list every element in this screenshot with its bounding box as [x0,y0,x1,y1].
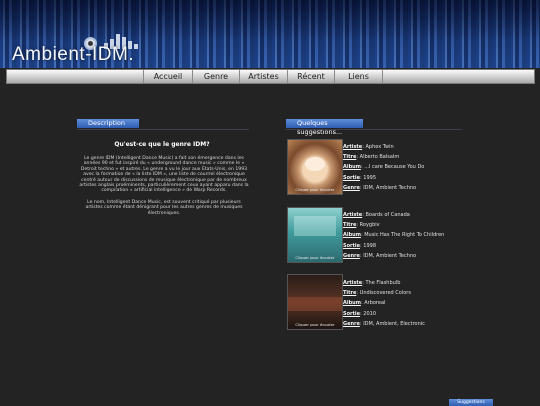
suggestions-divider [286,129,462,130]
description-divider [77,129,249,130]
suggestions-header: Quelques suggestions... [286,119,363,136]
suggestion-info: Artiste: Aphex Twin Titre: Alberto Balsa… [343,144,425,191]
site-header: Ambient-IDM. [0,0,540,68]
year-value: 1995 [363,174,377,181]
site-logo[interactable]: Ambient-IDM. [12,44,134,66]
question-title: Qu'est-ce que le genre IDM? [114,141,210,148]
suggestion-info: Artiste: Boards of Canada Titre: Roygbiv… [343,212,445,259]
title-value: Roygbiv [359,222,380,229]
album-cover-aphex-twin[interactable]: Cliquer pour écouter [287,139,343,195]
year-value: 2010 [363,310,377,317]
face-shape [305,157,325,171]
artist-value: The Flashbulb [365,280,401,286]
genre-value: IDM, Ambient Techno [363,184,417,191]
title-value: Alberto Balsalm [359,154,400,161]
suggestion-info: Artiste: The Flashbulb Titre: Undiscover… [343,280,425,327]
nav-artistes[interactable]: Artistes [239,70,287,83]
cover-caption: Cliquer pour écouter [295,322,335,327]
genre-value: IDM, Ambient Techno [363,252,417,259]
main-nav: Accueil Genre Artistes Récent Liens [6,69,535,84]
artist-value: Boards of Canada [365,212,410,218]
artist-value: Aphex Twin [365,144,394,150]
nav-liens[interactable]: Liens [334,70,383,83]
description-paragraph: Le nom, Intelligent Dance Music, est sou… [85,200,243,216]
description-header: Description [77,119,139,128]
year-value: 1998 [363,242,377,249]
cover-caption: Cliquer pour écouter [295,255,335,260]
album-cover-the-flashbulb[interactable]: Cliquer pour écouter [287,274,343,330]
title-value: Undiscovered Colors [359,290,411,297]
nav-accueil[interactable]: Accueil [143,70,192,83]
album-value: ...I care Because You Do [364,164,425,171]
cover-figures [294,216,336,236]
genre-value: IDM, Ambient, Electronic [363,320,425,327]
description-paragraph: Le genre IDM (Intelligent Dance Music) a… [79,156,249,194]
cover-glow [288,297,342,311]
album-value: Arboreal [364,300,386,307]
nav-recent[interactable]: Récent [287,70,334,83]
album-cover-boards-of-canada[interactable]: Cliquer pour écouter [287,207,343,263]
nav-genre[interactable]: Genre [192,70,239,83]
album-value: Music Has The Right To Children [364,232,445,239]
cover-caption: Cliquer pour écouter [295,187,335,192]
